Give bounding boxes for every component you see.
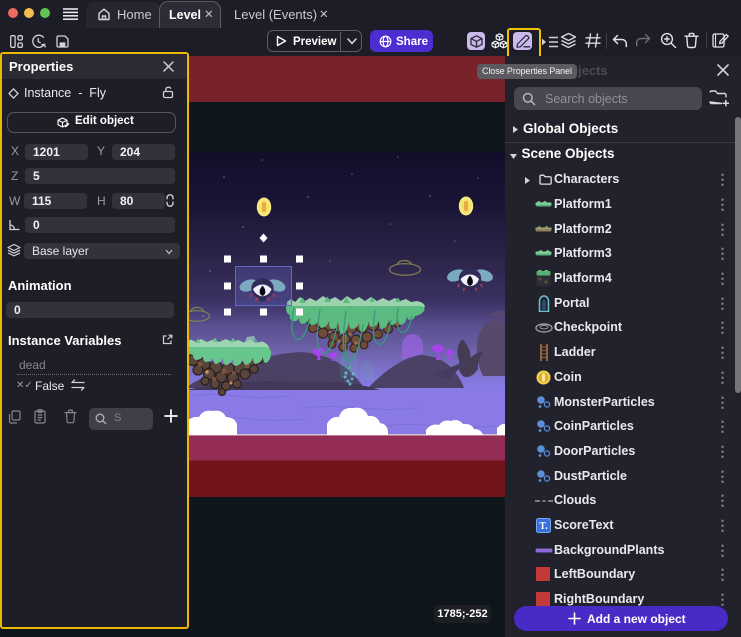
svg-text:T.: T. [539, 521, 548, 532]
